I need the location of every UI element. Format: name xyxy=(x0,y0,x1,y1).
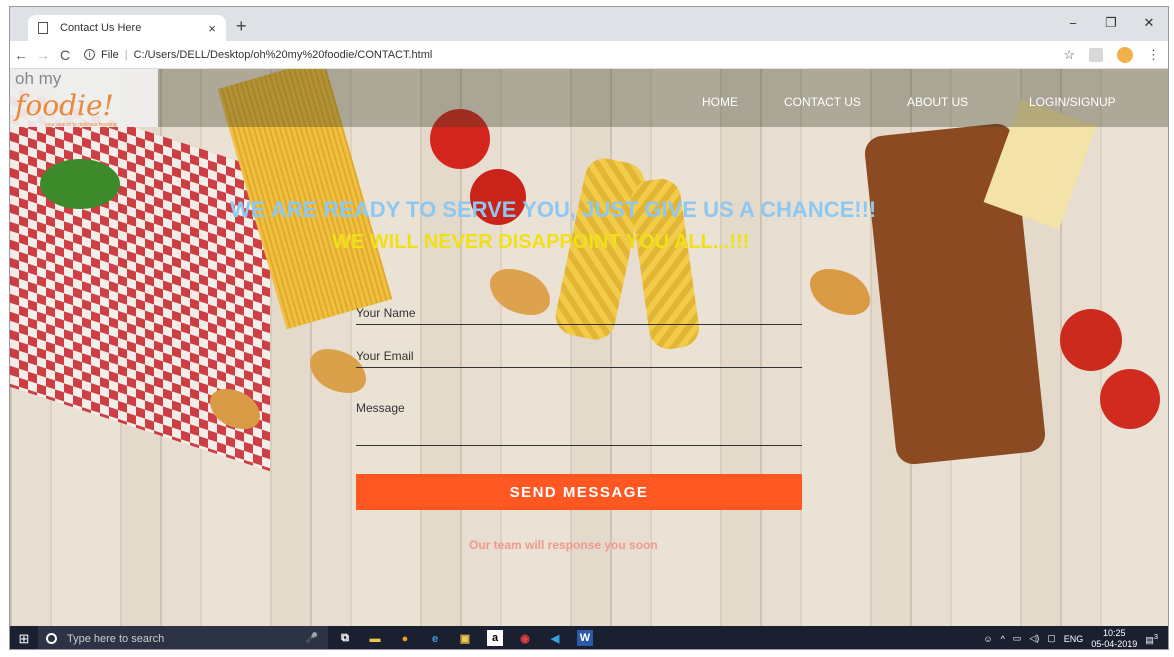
page-heading: WE ARE READY TO SERVE YOU, JUST GIVE US … xyxy=(230,197,877,222)
action-center-icon[interactable]: ▤3 xyxy=(1145,632,1158,646)
browser-tab[interactable]: Contact Us Here × xyxy=(28,15,226,41)
message-placeholder: Message xyxy=(356,401,405,415)
address-url[interactable]: C:/Users/DELL/Desktop/oh%20my%20foodie/C… xyxy=(134,49,433,61)
windows-taskbar: ⊞ Type here to search 🎤 ⧉ ▬ ● e ▣ a ◉ ◀ … xyxy=(10,626,1168,650)
logo-brand: foodie! xyxy=(15,88,114,122)
address-scheme: File xyxy=(101,48,119,61)
taskbar-search-placeholder: Type here to search xyxy=(67,632,165,645)
tab-title: Contact Us Here xyxy=(60,22,142,34)
address-bar[interactable]: i File | C:/Users/DELL/Desktop/oh%20my%2… xyxy=(84,49,432,61)
taskbar-apps: ⧉ ▬ ● e ▣ a ◉ ◀ W xyxy=(332,626,598,649)
amazon-icon[interactable]: a xyxy=(487,630,503,646)
microphone-icon[interactable]: 🎤 xyxy=(306,633,318,644)
chrome-icon[interactable]: ● xyxy=(392,626,418,649)
pasta-bow-image xyxy=(810,269,870,315)
nav-contact-us[interactable]: CONTACT US xyxy=(784,95,861,109)
people-icon[interactable]: ☺ xyxy=(983,634,992,644)
response-note: Our team will response you soon xyxy=(469,538,658,552)
profile-avatar[interactable] xyxy=(1117,47,1133,63)
toolbar-actions: ☆ ⋮ xyxy=(1063,47,1160,63)
name-field[interactable]: Your Name xyxy=(356,306,802,325)
logo-prefix: oh my xyxy=(15,69,62,88)
network-icon[interactable]: ▭ xyxy=(1013,633,1022,644)
menu-dots-icon[interactable]: ⋮ xyxy=(1147,47,1160,63)
address-separator: | xyxy=(124,48,128,61)
info-icon[interactable]: i xyxy=(84,49,95,60)
chrome-app-icon[interactable]: ◉ xyxy=(512,626,538,649)
store-icon[interactable]: ▣ xyxy=(452,626,478,649)
window-controls: − ❐ ✕ xyxy=(1054,7,1168,39)
edge-icon[interactable]: e xyxy=(422,626,448,649)
message-field[interactable]: Message xyxy=(356,401,802,446)
site-header xyxy=(10,69,1168,127)
word-icon[interactable]: W xyxy=(577,630,593,646)
taskbar-search[interactable]: Type here to search 🎤 xyxy=(38,626,328,649)
logo-text: oh my foodie! xyxy=(15,69,158,122)
site-logo[interactable]: oh my foodie! your search to delicious f… xyxy=(10,69,158,128)
page-subheading: WE WILL NEVER DISAPPOINT YOU ALL...!!! xyxy=(332,231,750,253)
name-placeholder: Your Name xyxy=(356,306,416,320)
pasta-bow-image xyxy=(490,269,550,315)
vscode-icon[interactable]: ◀ xyxy=(542,626,568,649)
tomato-image xyxy=(1100,369,1160,429)
basil-image xyxy=(40,159,120,209)
task-view-icon[interactable]: ⧉ xyxy=(332,626,358,649)
clock-date: 05-04-2019 xyxy=(1091,638,1138,649)
extension-icon[interactable] xyxy=(1089,48,1103,62)
bookmark-star-icon[interactable]: ☆ xyxy=(1063,47,1075,63)
send-message-button[interactable]: SEND MESSAGE xyxy=(356,474,802,510)
logo-tagline: your search to delicious feasting xyxy=(45,121,117,128)
notification-count: 3 xyxy=(1153,631,1158,641)
tab-strip: Contact Us Here × + − ❐ ✕ xyxy=(10,7,1168,41)
nav-login-signup[interactable]: LOGIN/SIGNUP xyxy=(1029,95,1116,109)
notification-area-icon[interactable]: ▢ xyxy=(1047,633,1056,644)
close-tab-icon[interactable]: × xyxy=(208,21,216,36)
cortana-icon xyxy=(46,633,57,644)
language-indicator[interactable]: ENG xyxy=(1064,634,1084,644)
windows-start-icon[interactable]: ⊞ xyxy=(10,626,38,649)
new-tab-button[interactable]: + xyxy=(236,16,247,37)
nav-about-us[interactable]: ABOUT US xyxy=(907,95,968,109)
minimize-button[interactable]: − xyxy=(1054,7,1092,39)
email-field[interactable]: Your Email xyxy=(356,349,802,368)
tomato-image xyxy=(1060,309,1122,371)
browser-toolbar: ← → C i File | C:/Users/DELL/Desktop/oh%… xyxy=(10,41,1168,69)
clock[interactable]: 10:25 05-04-2019 xyxy=(1091,628,1137,650)
tray-chevron-icon[interactable]: ^ xyxy=(1001,634,1005,644)
page-viewport: oh my foodie! your search to delicious f… xyxy=(10,69,1168,626)
email-placeholder: Your Email xyxy=(356,349,414,363)
clock-time: 10:25 xyxy=(1103,627,1126,638)
back-icon[interactable]: ← xyxy=(10,47,32,63)
page-icon xyxy=(38,22,48,34)
volume-icon[interactable]: ◁) xyxy=(1029,633,1039,644)
maximize-button[interactable]: ❐ xyxy=(1092,7,1130,39)
system-tray: ☺ ^ ▭ ◁) ▢ ENG 10:25 05-04-2019 ▤3 xyxy=(983,626,1168,650)
reload-icon[interactable]: C xyxy=(54,47,76,63)
browser-window: Contact Us Here × + − ❐ ✕ ← → C i File |… xyxy=(9,6,1169,650)
forward-icon[interactable]: → xyxy=(32,47,54,63)
nav-home[interactable]: HOME xyxy=(702,95,738,109)
close-window-button[interactable]: ✕ xyxy=(1130,7,1168,39)
file-explorer-icon[interactable]: ▬ xyxy=(362,626,388,649)
